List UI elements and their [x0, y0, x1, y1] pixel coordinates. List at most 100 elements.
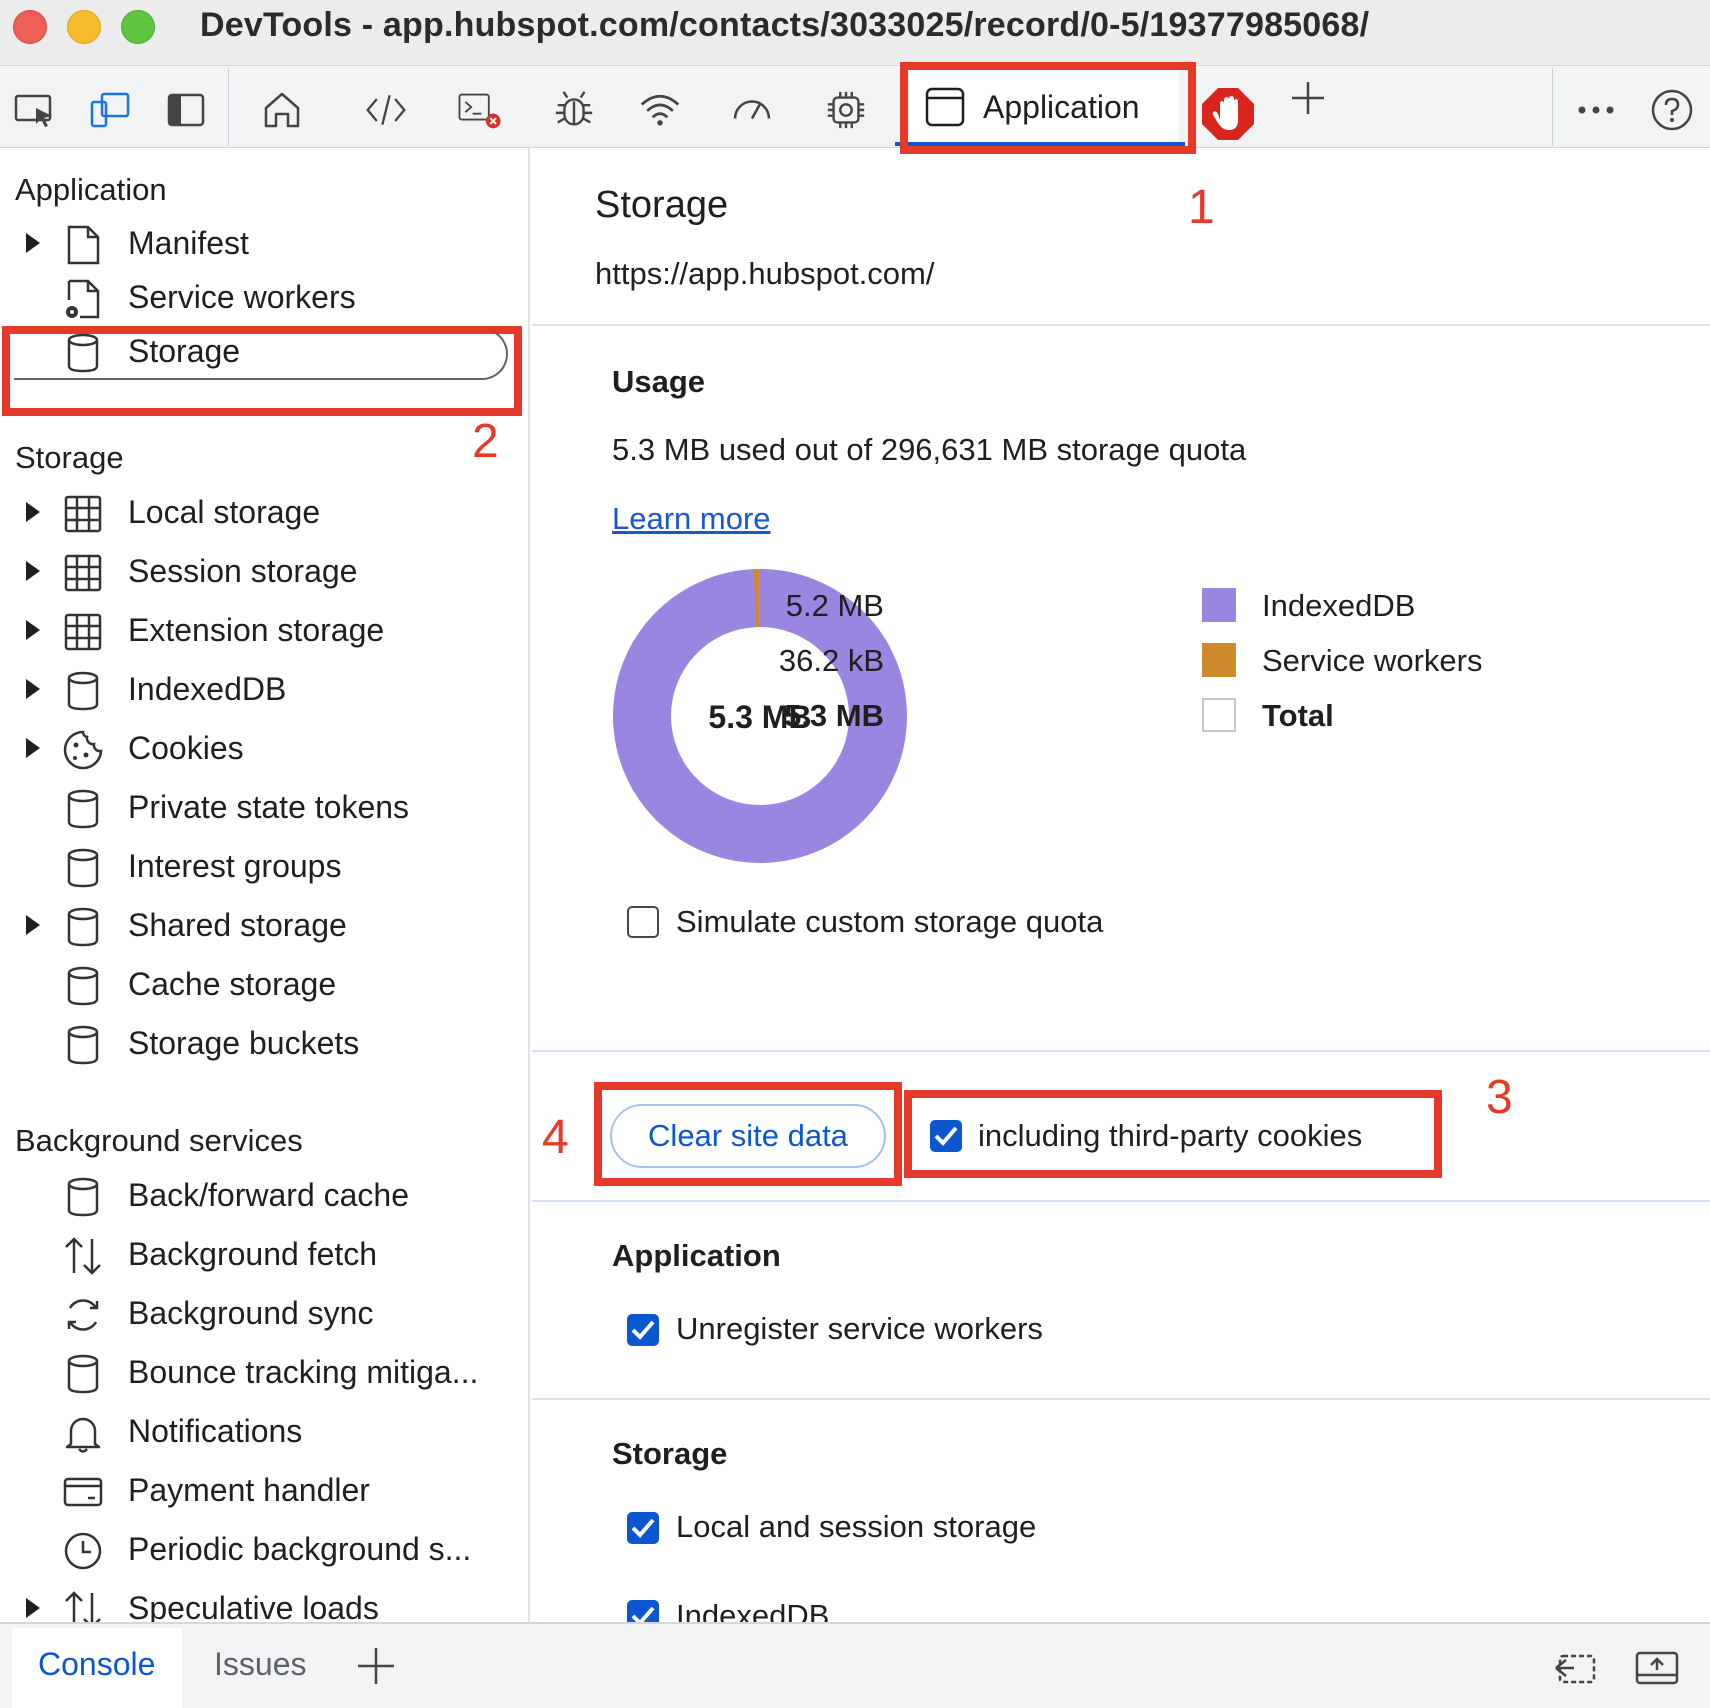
- window-title: DevTools - app.hubspot.com/contacts/3033…: [200, 6, 1370, 44]
- annotation-number-3: 3: [1486, 1071, 1513, 1124]
- database-icon: [67, 671, 99, 711]
- expand-arrow-icon[interactable]: [26, 1598, 40, 1618]
- annotation-number-1: 1: [1188, 181, 1215, 234]
- sidebar-item-indexeddb[interactable]: IndexedDB: [0, 662, 520, 716]
- sidebar-item-extension-storage[interactable]: Extension storage: [0, 603, 520, 657]
- console-icon[interactable]: [458, 88, 502, 132]
- sidebar-item-back-forward-cache[interactable]: Back/forward cache: [0, 1168, 520, 1222]
- sources-bug-icon[interactable]: [552, 88, 596, 132]
- devtools-toolbar: Application: [0, 66, 1710, 148]
- unregister-service-workers-checkbox[interactable]: [627, 1314, 659, 1346]
- database-icon: [67, 789, 99, 829]
- minimize-window-button[interactable]: [67, 10, 101, 44]
- divider: [532, 1200, 1710, 1202]
- file-icon: [67, 225, 100, 265]
- add-tab-icon[interactable]: [1286, 76, 1330, 120]
- sidebar-section-storage: Storage: [15, 440, 124, 475]
- legend-swatch-indexeddb: [1202, 588, 1236, 622]
- annotation-box-storage-item: [2, 326, 522, 416]
- elements-code-icon[interactable]: [364, 88, 408, 132]
- sidebar-item-periodic-background-sync[interactable]: Periodic background s...: [0, 1522, 520, 1576]
- sidebar-item-storage-buckets[interactable]: Storage buckets: [0, 1016, 520, 1070]
- expand-arrow-icon[interactable]: [26, 620, 40, 640]
- legend-swatch-total: [1202, 698, 1236, 732]
- local-session-storage-label: Local and session storage: [676, 1509, 1037, 1544]
- file-gear-icon: [66, 279, 100, 319]
- indexeddb-label: IndexedDB: [676, 1598, 830, 1622]
- legend-row-indexeddb: 5.2 MB IndexedDB: [785, 588, 1416, 623]
- sync-icon: [67, 1299, 99, 1331]
- annotation-box-clear-site-data: [594, 1082, 902, 1186]
- expand-arrow-icon[interactable]: [26, 915, 40, 935]
- grid-icon: [64, 554, 102, 592]
- sidebar-section-background-services: Background services: [15, 1123, 303, 1158]
- network-wifi-icon[interactable]: [638, 88, 682, 132]
- sidebar-item-speculative-loads[interactable]: Speculative loads: [0, 1581, 520, 1622]
- legend-swatch-service-workers: [1202, 643, 1236, 677]
- sidebar-item-interest-groups[interactable]: Interest groups: [0, 839, 520, 893]
- clock-icon: [64, 1532, 102, 1570]
- dock-drawer-icon[interactable]: [1634, 1648, 1680, 1693]
- sidebar-item-manifest[interactable]: Manifest: [0, 216, 520, 270]
- database-icon: [67, 907, 99, 947]
- expand-arrow-icon[interactable]: [26, 679, 40, 699]
- sidebar-item-service-workers[interactable]: Service workers: [0, 270, 520, 324]
- sidebar-item-private-state-tokens[interactable]: Private state tokens: [0, 780, 520, 834]
- window-title-bar: DevTools - app.hubspot.com/contacts/3033…: [0, 0, 1710, 66]
- database-icon: [67, 1354, 99, 1394]
- sidebar-section-application: Application: [15, 172, 167, 207]
- device-toolbar-icon[interactable]: [88, 88, 132, 132]
- expand-arrow-icon[interactable]: [26, 738, 40, 758]
- unregister-service-workers-label: Unregister service workers: [676, 1311, 1043, 1346]
- grid-icon: [64, 495, 102, 533]
- sidebar-item-cache-storage[interactable]: Cache storage: [0, 957, 520, 1011]
- storage-panel: Storage https://app.hubspot.com/ Usage 5…: [532, 148, 1710, 1622]
- sidebar-item-cookies[interactable]: Cookies: [0, 721, 520, 775]
- learn-more-link[interactable]: Learn more: [612, 501, 771, 537]
- card-icon: [63, 1477, 103, 1507]
- stop-hand-icon[interactable]: [1200, 86, 1256, 142]
- sidebar-item-local-storage[interactable]: Local storage: [0, 485, 520, 539]
- sidebar-item-background-sync[interactable]: Background sync: [0, 1286, 520, 1340]
- expand-arrow-icon[interactable]: [26, 233, 40, 253]
- divider: [532, 1050, 1710, 1052]
- local-session-storage-checkbox[interactable]: [627, 1512, 659, 1544]
- database-icon: [67, 966, 99, 1006]
- annotation-number-4: 4: [542, 1111, 569, 1164]
- memory-chip-icon[interactable]: [824, 88, 868, 132]
- database-icon: [67, 1177, 99, 1217]
- simulate-quota-checkbox[interactable]: [627, 906, 659, 938]
- dock-side-icon[interactable]: [164, 88, 208, 132]
- application-section-heading: Application: [612, 1238, 781, 1273]
- close-window-button[interactable]: [13, 10, 47, 44]
- zoom-window-button[interactable]: [121, 10, 155, 44]
- legend-row-total: 5.3 MB Total: [784, 698, 1334, 733]
- storage-section-heading: Storage: [612, 1436, 728, 1471]
- indexeddb-checkbox[interactable]: [627, 1600, 659, 1622]
- sidebar-item-bounce-tracking[interactable]: Bounce tracking mitiga...: [0, 1345, 520, 1399]
- add-drawer-tab-icon[interactable]: [356, 1646, 396, 1691]
- sidebar-item-shared-storage[interactable]: Shared storage: [0, 898, 520, 952]
- performance-gauge-icon[interactable]: [730, 88, 774, 132]
- sidebar-item-session-storage[interactable]: Session storage: [0, 544, 520, 598]
- inspect-element-icon[interactable]: [14, 88, 58, 132]
- undock-drawer-icon[interactable]: [1552, 1648, 1598, 1693]
- annotation-box-application-tab: [900, 62, 1196, 154]
- drawer-tab-console[interactable]: Console: [38, 1646, 155, 1683]
- simulate-quota-label: Simulate custom storage quota: [676, 904, 1104, 939]
- sidebar-item-notifications[interactable]: Notifications: [0, 1404, 520, 1458]
- drawer-tab-issues[interactable]: Issues: [214, 1646, 306, 1683]
- sidebar-item-payment-handler[interactable]: Payment handler: [0, 1463, 520, 1517]
- more-options-icon[interactable]: [1574, 88, 1618, 132]
- expand-arrow-icon[interactable]: [26, 561, 40, 581]
- home-icon[interactable]: [260, 88, 304, 132]
- page-title: Storage: [595, 184, 729, 226]
- database-icon: [67, 848, 99, 888]
- usage-heading: Usage: [612, 364, 706, 399]
- sidebar-item-background-fetch[interactable]: Background fetch: [0, 1227, 520, 1281]
- annotation-number-2: 2: [472, 415, 499, 468]
- help-icon[interactable]: [1650, 88, 1694, 132]
- grid-icon: [64, 613, 102, 651]
- bell-icon: [65, 1417, 101, 1453]
- expand-arrow-icon[interactable]: [26, 502, 40, 522]
